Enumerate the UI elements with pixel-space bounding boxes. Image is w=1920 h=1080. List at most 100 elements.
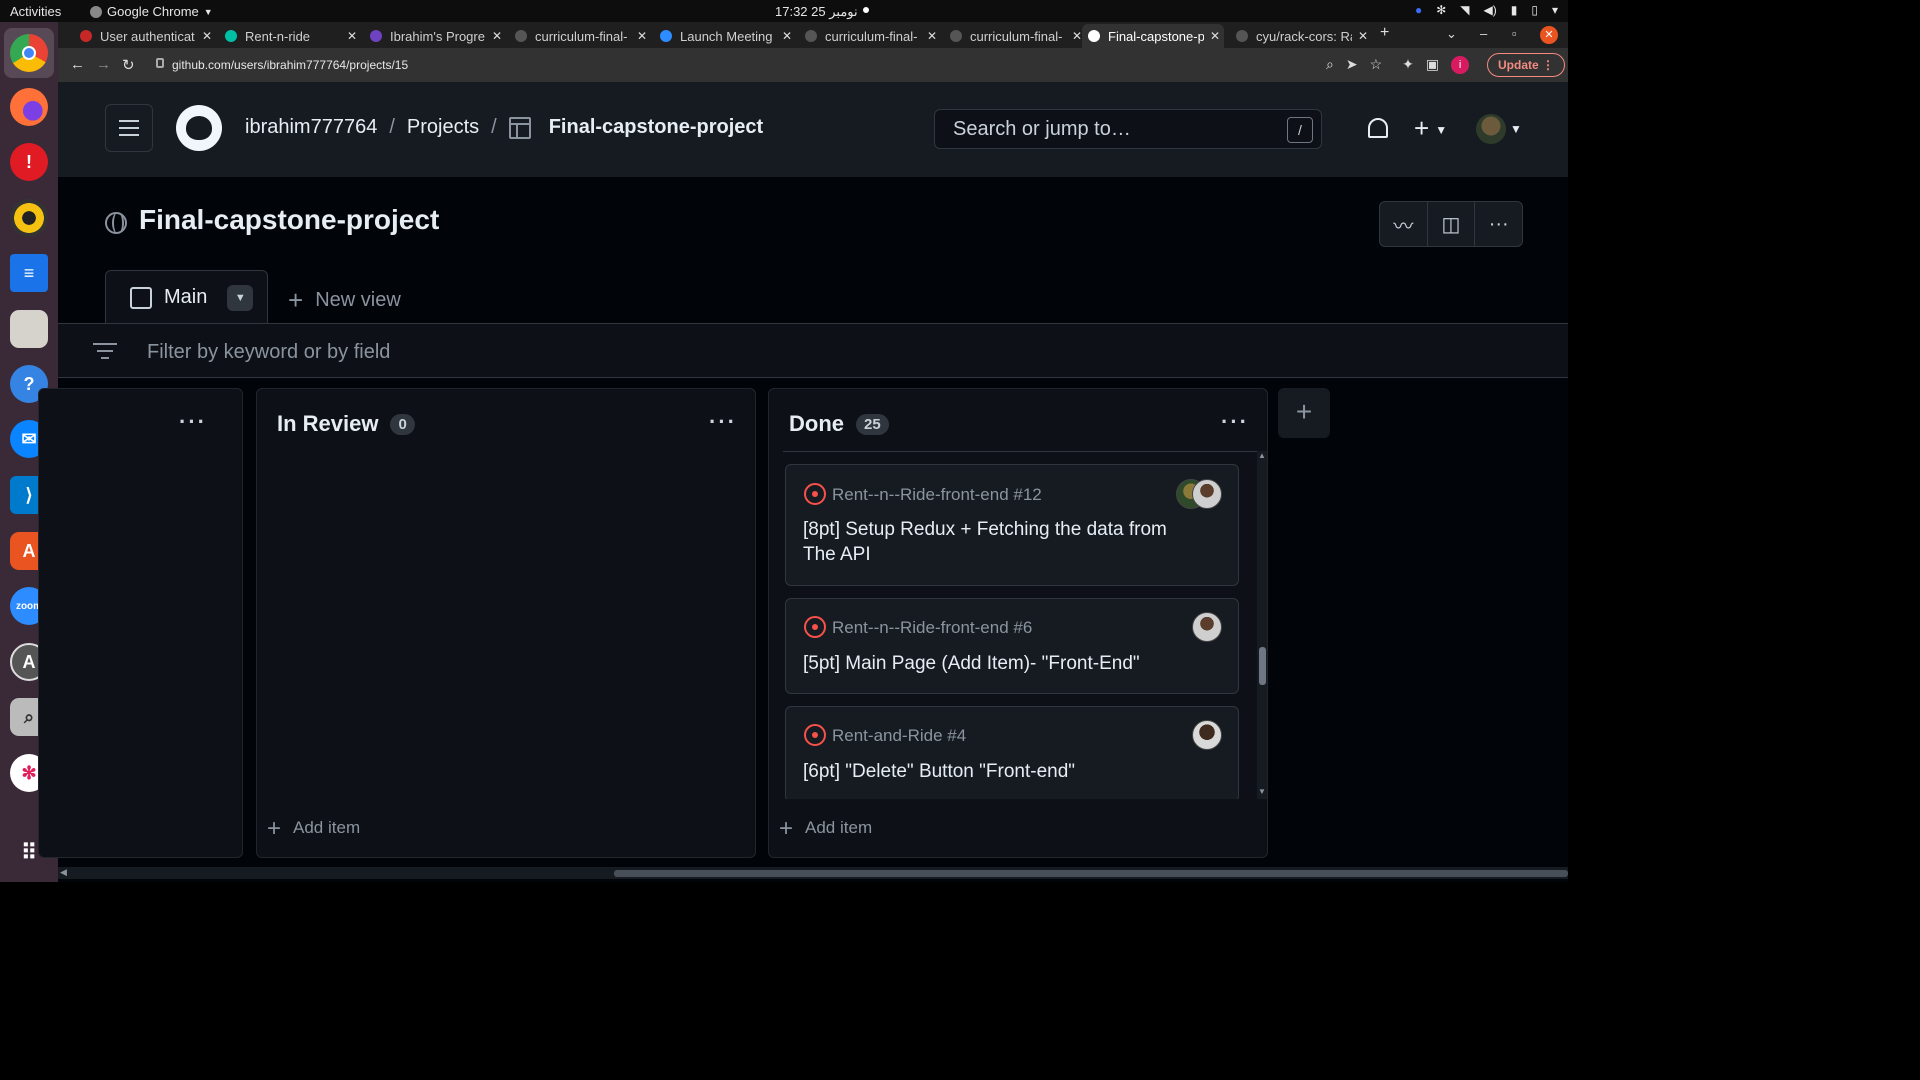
search-input[interactable]: Search or jump to… / bbox=[934, 109, 1322, 149]
close-icon[interactable]: ✕ bbox=[637, 29, 647, 43]
browser-tab[interactable]: Launch Meeting ✕ bbox=[654, 24, 794, 48]
kebab-menu-icon: ⋮ bbox=[1542, 58, 1555, 72]
wifi-icon: ◥ bbox=[1460, 3, 1470, 17]
issue-title[interactable]: [6pt] "Delete" Button "Front-end" bbox=[803, 759, 1188, 784]
back-button[interactable]: ← bbox=[70, 56, 85, 73]
app-name: Google Chrome bbox=[107, 4, 199, 19]
scrollbar-thumb[interactable] bbox=[614, 870, 1568, 877]
scroll-up-arrow-icon[interactable]: ▲ bbox=[1258, 451, 1266, 460]
column-count-badge: 0 bbox=[390, 413, 415, 435]
app-menu[interactable]: Google Chrome ▼ bbox=[90, 4, 213, 19]
writer-icon[interactable]: ≡ bbox=[10, 254, 48, 292]
forward-button[interactable]: → bbox=[96, 56, 111, 73]
new-tab-button[interactable]: + bbox=[1380, 24, 1389, 42]
browser-tab[interactable]: cyu/rack-cors: Ra ✕ bbox=[1230, 24, 1370, 48]
scroll-down-arrow-icon[interactable]: ▼ bbox=[1258, 787, 1266, 796]
filter-input[interactable]: Filter by keyword or by field bbox=[147, 341, 390, 364]
firefox-icon[interactable] bbox=[10, 88, 48, 126]
reload-button[interactable]: ↻ bbox=[122, 56, 135, 74]
browser-tab[interactable]: curriculum-final- ✕ bbox=[799, 24, 939, 48]
plus-icon: + bbox=[267, 815, 282, 842]
issue-card[interactable]: Rent--n--Ride-front-end #6 [5pt] Main Pa… bbox=[785, 598, 1239, 694]
tab-favicon-icon bbox=[515, 30, 527, 42]
extensions-icon[interactable]: ✦ bbox=[1402, 56, 1414, 74]
horizontal-scrollbar[interactable]: ◀ bbox=[58, 867, 1568, 879]
address-bar[interactable]: github.com/users/ibrahim777764/projects/… bbox=[158, 52, 1328, 78]
tab-favicon-icon bbox=[950, 30, 962, 42]
notifications-bell-icon[interactable] bbox=[1368, 118, 1388, 138]
send-icon[interactable]: ➤ bbox=[1346, 56, 1358, 74]
user-avatar[interactable] bbox=[1476, 114, 1506, 144]
column-menu-icon[interactable]: ··· bbox=[709, 409, 737, 435]
chrome-icon[interactable] bbox=[10, 34, 48, 72]
breadcrumb-user[interactable]: ibrahim777764 bbox=[245, 116, 377, 139]
column-scrollbar[interactable]: ▲ ▼ bbox=[1257, 451, 1267, 799]
browser-tab[interactable]: User authenticat ✕ bbox=[74, 24, 214, 48]
table-icon bbox=[508, 116, 531, 139]
side-panel-icon[interactable]: ◫ bbox=[1428, 202, 1476, 246]
browser-tab[interactable]: Rent-n-ride ✕ bbox=[219, 24, 359, 48]
files-icon[interactable] bbox=[10, 310, 48, 348]
column-menu-icon[interactable]: ··· bbox=[179, 409, 207, 435]
close-icon[interactable]: ✕ bbox=[492, 29, 502, 43]
rhythmbox-icon[interactable] bbox=[10, 199, 48, 237]
star-icon[interactable]: ☆ bbox=[1370, 56, 1383, 74]
activities-button[interactable]: Activities bbox=[10, 4, 61, 19]
breadcrumb-projects[interactable]: Projects bbox=[407, 116, 479, 139]
add-item-button[interactable]: + Add item bbox=[779, 815, 872, 843]
maximize-button[interactable]: ▫ bbox=[1512, 26, 1517, 41]
create-new-button[interactable]: + ▼ bbox=[1414, 113, 1447, 144]
issue-repo-link[interactable]: Rent--n--Ride-front-end #6 bbox=[832, 618, 1032, 638]
add-column-button[interactable]: + bbox=[1278, 388, 1330, 438]
hamburger-menu-button[interactable] bbox=[105, 104, 153, 152]
add-item-button[interactable]: + Add item bbox=[267, 815, 360, 843]
github-favicon-icon bbox=[1088, 30, 1100, 42]
issue-title[interactable]: [5pt] Main Page (Add Item)- "Front-End" bbox=[803, 651, 1188, 676]
chevron-down-icon[interactable]: ▼ bbox=[1510, 122, 1522, 136]
issue-card[interactable]: Rent-and-Ride #4 [6pt] "Delete" Button "… bbox=[785, 706, 1239, 799]
browser-tab[interactable]: curriculum-final- ✕ bbox=[944, 24, 1084, 48]
new-view-button[interactable]: + New view bbox=[288, 285, 401, 316]
insights-chart-icon[interactable]: 〰 bbox=[1380, 202, 1428, 246]
clock[interactable]: 17:32 25 نومبر bbox=[775, 4, 858, 20]
profile-avatar[interactable]: i bbox=[1451, 56, 1470, 74]
minimize-button[interactable]: – bbox=[1480, 26, 1487, 41]
browser-tab[interactable]: curriculum-final- ✕ bbox=[509, 24, 649, 48]
browser-tab-active[interactable]: Final-capstone-p ✕ bbox=[1082, 24, 1224, 48]
scroll-left-arrow-icon[interactable]: ◀ bbox=[60, 867, 67, 878]
scrollbar-thumb[interactable] bbox=[1259, 647, 1266, 685]
close-icon[interactable]: ✕ bbox=[1210, 29, 1220, 43]
column-menu-icon[interactable]: ··· bbox=[1221, 409, 1249, 435]
update-button[interactable]: Update ⋮ bbox=[1487, 53, 1566, 77]
volume-icon: ◀) bbox=[1483, 3, 1497, 17]
close-icon[interactable]: ✕ bbox=[782, 29, 792, 43]
issue-card[interactable]: Rent--n--Ride-front-end #12 [8pt] Setup … bbox=[785, 464, 1239, 586]
issue-title[interactable]: [8pt] Setup Redux + Fetching the data fr… bbox=[803, 517, 1188, 567]
close-window-button[interactable]: ✕ bbox=[1540, 26, 1558, 44]
card-list[interactable]: Rent--n--Ride-front-end #12 [8pt] Setup … bbox=[783, 451, 1257, 799]
zoom-icon[interactable]: ⌕ bbox=[1326, 56, 1334, 74]
alert-icon[interactable]: ! bbox=[10, 143, 48, 181]
github-logo-icon[interactable] bbox=[176, 105, 222, 151]
close-icon[interactable]: ✕ bbox=[927, 29, 937, 43]
close-icon[interactable]: ✕ bbox=[1072, 29, 1082, 43]
close-icon[interactable]: ✕ bbox=[1358, 29, 1368, 43]
board-column-in-review: In Review 0 ··· + Add item bbox=[256, 388, 756, 858]
avatar[interactable] bbox=[1192, 612, 1222, 642]
close-icon[interactable]: ✕ bbox=[347, 29, 357, 43]
view-options-dropdown[interactable]: ▼ bbox=[227, 284, 254, 311]
issue-repo-link[interactable]: Rent-and-Ride #4 bbox=[832, 726, 966, 746]
board-column-done: Done 25 ··· Rent--n--Ride-front-end #12 … bbox=[768, 388, 1268, 858]
browser-tab[interactable]: Ibrahim's Progre ✕ bbox=[364, 24, 504, 48]
side-panel-icon[interactable]: ▣ bbox=[1426, 56, 1439, 74]
system-tray[interactable]: ● ✻ ◥ ◀) ▮ ▯ ▾ bbox=[1415, 3, 1558, 17]
system-top-bar: Activities Google Chrome ▼ 17:32 25 نومب… bbox=[0, 0, 1568, 22]
issue-repo-link[interactable]: Rent--n--Ride-front-end #12 bbox=[832, 485, 1042, 505]
tab-main-view[interactable]: Main ▼ bbox=[105, 270, 268, 324]
breadcrumb-project[interactable]: Final-capstone-project bbox=[549, 116, 763, 139]
avatar[interactable] bbox=[1192, 479, 1222, 509]
close-icon[interactable]: ✕ bbox=[202, 29, 212, 43]
more-options-icon[interactable]: ··· bbox=[1475, 202, 1522, 246]
tab-search-icon[interactable]: ⌄ bbox=[1446, 26, 1457, 42]
avatar[interactable] bbox=[1192, 720, 1222, 750]
